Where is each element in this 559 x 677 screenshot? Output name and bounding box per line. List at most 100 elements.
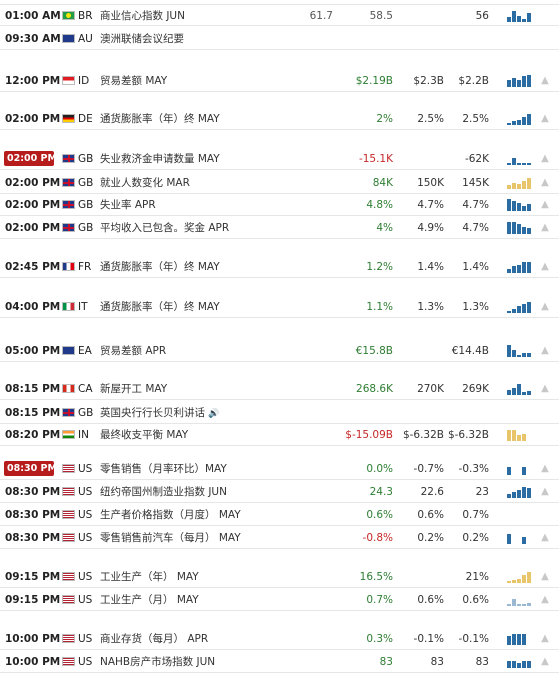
sparkline-bar <box>512 634 516 645</box>
event-row[interactable]: 02:00 PM GB 失业率 APR 4.8% 4.7% 4.7% ▲ <box>0 194 559 216</box>
history-sparkline[interactable] <box>507 594 533 606</box>
country-code: FR <box>78 261 92 273</box>
event-row[interactable]: 01:00 AM BR 商业信心指数 JUN 61.7 58.5 56 <box>0 4 559 26</box>
event-name[interactable]: 工业生产（年） MAY <box>100 566 330 588</box>
history-sparkline[interactable] <box>507 486 533 498</box>
country-code: US <box>78 486 93 498</box>
sparkline-bar <box>512 11 516 22</box>
history-sparkline[interactable] <box>507 222 533 234</box>
history-sparkline[interactable] <box>507 153 533 165</box>
event-row[interactable]: 10:00 PM US 商业存货（每月） APR 0.3% -0.1% -0.1% ▲ <box>0 628 559 650</box>
event-row[interactable]: 08:30 PM US 纽约帝国州制造业指数 JUN 24.3 22.6 23 ▲ <box>0 481 559 503</box>
bell-icon[interactable]: ▲ <box>538 296 552 318</box>
event-name[interactable]: 通货膨胀率（年）终 MAY <box>100 256 330 278</box>
forecast-value: 270K <box>417 383 444 395</box>
event-row[interactable]: 08:15 PM GB 英国央行行长贝利讲话 🔊 <box>0 402 559 424</box>
ca-flag-icon <box>62 384 75 393</box>
sparkline-bar <box>517 16 521 22</box>
event-row[interactable]: 02:00 PM DE 通货膨胀率（年）终 MAY 2% 2.5% 2.5% ▲ <box>0 108 559 130</box>
event-row[interactable]: 09:30 AM AU 澳洲联储会议纪要 <box>0 28 559 50</box>
bell-icon[interactable]: ▲ <box>538 651 552 673</box>
history-sparkline[interactable] <box>507 571 533 583</box>
history-sparkline[interactable] <box>507 656 533 668</box>
event-name[interactable]: 英国央行行长贝利讲话 🔊 <box>100 402 330 424</box>
history-sparkline[interactable] <box>507 345 533 357</box>
event-name[interactable]: 通货膨胀率（年）终 MAY <box>100 108 330 130</box>
bell-icon[interactable]: ▲ <box>538 378 552 400</box>
event-row[interactable]: 12:00 PM ID 贸易差额 MAY $2.19B $2.3B $2.2B ▲ <box>0 70 559 92</box>
history-sparkline[interactable] <box>507 383 533 395</box>
history-sparkline[interactable] <box>507 199 533 211</box>
bell-icon[interactable]: ▲ <box>538 566 552 588</box>
sparkline-bar <box>517 634 521 645</box>
history-sparkline[interactable] <box>507 10 533 22</box>
bell-icon[interactable]: ▲ <box>538 194 552 216</box>
event-row[interactable]: 09:15 PM US 工业生产（月） MAY 0.7% 0.6% 0.6% ▲ <box>0 589 559 611</box>
sparkline-bar <box>517 80 521 87</box>
bell-icon[interactable]: ▲ <box>538 458 552 480</box>
event-row[interactable]: 10:00 PM US NAHB房产市场指数 JUN 83 83 83 ▲ <box>0 651 559 673</box>
history-sparkline[interactable] <box>507 261 533 273</box>
event-name[interactable]: 平均收入已包含。奖金 APR <box>100 217 330 239</box>
history-sparkline[interactable] <box>507 429 533 441</box>
bell-icon[interactable]: ▲ <box>538 70 552 92</box>
event-name[interactable]: 澳洲联储会议纪要 <box>100 28 330 50</box>
event-name[interactable]: 商业存货（每月） APR <box>100 628 330 650</box>
event-row[interactable]: 02:00 PM GB 失业救济金申请数量 MAY -15.1K -62K ▲ <box>0 148 559 170</box>
event-name[interactable]: 生产者价格指数（月度） MAY <box>100 504 330 526</box>
event-name[interactable]: 贸易差额 APR <box>100 340 330 362</box>
event-name[interactable]: 最终收支平衡 MAY <box>100 424 330 446</box>
event-name[interactable]: 就业人数变化 MAR <box>100 172 330 194</box>
bell-icon[interactable]: ▲ <box>538 108 552 130</box>
event-row[interactable]: 08:20 PM IN 最终收支平衡 MAY $-15.09B $-6.32B $-6.3… <box>0 424 559 446</box>
bell-icon[interactable]: ▲ <box>538 628 552 650</box>
history-sparkline[interactable] <box>507 301 533 313</box>
event-name[interactable]: 纽约帝国州制造业指数 JUN <box>100 481 330 503</box>
actual-value <box>330 402 393 424</box>
previous-value: 4.7% <box>462 222 489 234</box>
sparkline-bar <box>517 203 521 211</box>
bell-icon[interactable]: ▲ <box>538 148 552 170</box>
forecast-value: 1.4% <box>417 261 444 273</box>
bell-icon[interactable]: ▲ <box>538 481 552 503</box>
event-row[interactable]: 05:00 PM EA 贸易差额 APR €15.8B €14.4B ▲ <box>0 340 559 362</box>
event-row[interactable]: 02:45 PM FR 通货膨胀率（年）终 MAY 1.2% 1.4% 1.4% ▲ <box>0 256 559 278</box>
event-name[interactable]: 商业信心指数 JUN <box>100 5 330 27</box>
bell-icon[interactable]: ▲ <box>538 340 552 362</box>
event-time: 05:00 PM <box>5 345 61 357</box>
event-row[interactable]: 04:00 PM IT 通货膨胀率（年）终 MAY 1.1% 1.3% 1.3% ▲ <box>0 296 559 318</box>
in-flag-icon <box>62 430 75 439</box>
event-name[interactable]: 零售销售前汽车（每月） MAY <box>100 527 330 549</box>
event-name[interactable]: 贸易差额 MAY <box>100 70 330 92</box>
event-name[interactable]: NAHB房产市场指数 JUN <box>100 651 330 673</box>
history-sparkline[interactable] <box>507 532 533 544</box>
bell-icon[interactable]: ▲ <box>538 589 552 611</box>
bell-icon[interactable]: ▲ <box>538 256 552 278</box>
bell-icon[interactable]: ▲ <box>538 217 552 239</box>
fr-flag-icon <box>62 262 75 271</box>
event-row[interactable]: 09:15 PM US 工业生产（年） MAY 16.5% 21% ▲ <box>0 566 559 588</box>
event-row[interactable]: 02:00 PM GB 就业人数变化 MAR 84K 150K 145K ▲ <box>0 172 559 194</box>
history-sparkline[interactable] <box>507 177 533 189</box>
event-row[interactable]: 08:15 PM CA 新屋开工 MAY 268.6K 270K 269K ▲ <box>0 378 559 400</box>
event-row[interactable]: 02:00 PM GB 平均收入已包含。奖金 APR 4% 4.9% 4.7% ▲ <box>0 217 559 239</box>
event-name[interactable]: 零售销售（月率环比）MAY <box>100 458 330 480</box>
event-row[interactable]: 08:30 PM US 生产者价格指数（月度） MAY 0.6% 0.6% 0.7% <box>0 504 559 526</box>
bell-icon[interactable]: ▲ <box>538 172 552 194</box>
au-flag-icon <box>62 34 75 43</box>
bell-icon[interactable]: ▲ <box>538 527 552 549</box>
event-name[interactable]: 工业生产（月） MAY <box>100 589 330 611</box>
event-name[interactable]: 通货膨胀率（年）终 MAY <box>100 296 330 318</box>
event-row[interactable]: 08:30 PM US 零售销售（月率环比）MAY 0.0% -0.7% -0.3% ▲ <box>0 458 559 480</box>
speaker-icon[interactable]: 🔊 <box>208 409 219 419</box>
event-row[interactable]: 08:30 PM US 零售销售前汽车（每月） MAY -0.8% 0.2% 0.2% ▲ <box>0 527 559 549</box>
country-code: AU <box>78 33 93 45</box>
history-sparkline[interactable] <box>507 113 533 125</box>
history-sparkline[interactable] <box>507 633 533 645</box>
history-sparkline[interactable] <box>507 75 533 87</box>
event-name-text: 纽约帝国州制造业指数 JUN <box>100 486 227 498</box>
event-name[interactable]: 新屋开工 MAY <box>100 378 330 400</box>
history-sparkline[interactable] <box>507 463 533 475</box>
event-name[interactable]: 失业救济金申请数量 MAY <box>100 148 330 170</box>
event-name[interactable]: 失业率 APR <box>100 194 330 216</box>
